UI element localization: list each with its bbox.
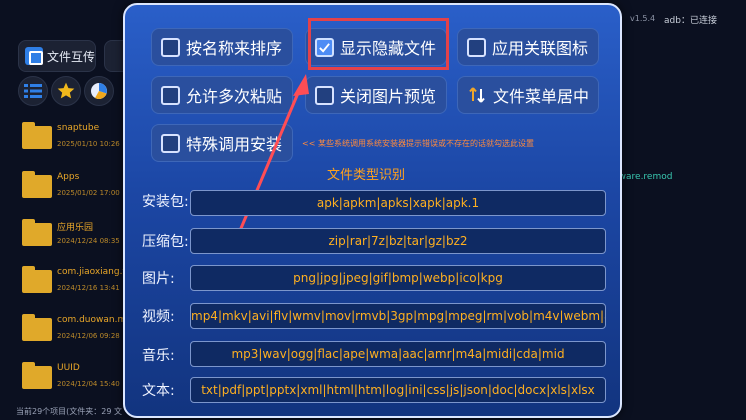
file-name: com.duowan.mo [57,315,132,325]
option-label: 按名称来排序 [186,39,283,58]
transfer-icon [25,47,43,65]
field-value: mp3|wav|ogg|flac|ape|wma|aac|amr|m4a|mid… [231,347,565,361]
music-types-field[interactable]: mp3|wav|ogg|flac|ape|wma|aac|amr|m4a|mid… [190,341,606,367]
field-value: mp4|mkv|avi|flv|wmv|mov|rmvb|3gp|mpg|mpe… [191,309,606,323]
file-name: 应用乐园 [57,223,94,233]
favorites-star-icon[interactable] [51,76,81,106]
status-bar: 当前29个项目(文件夹：29 文 [16,407,123,416]
file-name: Apps [57,172,80,182]
video-types-field[interactable]: mp4|mkv|avi|flv|wmv|mov|rmvb|3gp|mpg|mpe… [190,303,606,329]
sort-by-name-option[interactable]: 按名称来排序 [151,28,293,66]
folder-icon [22,314,52,341]
option-label: 允许多次粘贴 [186,87,283,106]
text-types-label: 文本: [142,383,175,399]
folder-icon [22,171,52,198]
sort-by-name-checkbox[interactable] [161,37,180,57]
file-transfer-button[interactable]: 文件互传 [18,40,96,72]
field-value: txt|pdf|ppt|pptx|xml|html|htm|log|ini|cs… [201,383,595,397]
apk-types-label: 安装包: [142,194,189,210]
disable-image-preview-checkbox[interactable] [315,85,334,105]
archive-types-field[interactable]: zip|rar|7z|bz|tar|gz|bz2 [190,228,606,254]
text-types-field[interactable]: txt|pdf|ppt|pptx|xml|html|htm|log|ini|cs… [190,377,606,403]
file-name: snaptube [57,123,100,133]
field-value: apk|apkm|apks|xapk|apk.1 [316,196,480,210]
option-label: 文件菜单居中 [493,87,590,106]
highlight-box [308,18,449,70]
storage-pie-icon[interactable] [84,76,114,106]
list-view-icon[interactable] [18,76,48,106]
disable-image-preview-option[interactable]: 关闭图片预览 [305,76,447,114]
file-date: 2025/01/10 10:26 [57,140,120,148]
file-transfer-label: 文件互传 [47,49,96,64]
allow-multiple-paste-checkbox[interactable] [161,85,180,105]
allow-multiple-paste-option[interactable]: 允许多次粘贴 [151,76,293,114]
field-value: png|jpg|jpeg|gif|bmp|webp|ico|kpg [293,271,503,285]
option-label: 特殊调用安装 [186,135,283,154]
folder-icon [22,122,52,149]
folder-icon [22,266,52,293]
apk-types-field[interactable]: apk|apkm|apks|xapk|apk.1 [190,190,606,216]
file-date: 2025/01/02 17:00 [57,189,120,197]
file-date: 2024/12/06 09:28 [57,332,120,340]
music-types-label: 音乐: [142,348,175,364]
video-types-label: 视频: [142,309,175,325]
option-label: 应用关联图标 [492,39,589,58]
app-icon-association-checkbox[interactable] [467,37,486,57]
special-install-checkbox[interactable] [161,133,180,153]
special-install-option[interactable]: 特殊调用安装 [151,124,293,162]
folder-icon [22,362,52,389]
toolbar-button[interactable] [104,40,124,72]
image-types-field[interactable]: png|jpg|jpeg|gif|bmp|webp|ico|kpg [190,265,606,291]
install-hint-text: << 某些系统调用系统安装器提示错误或不存在的话就勾选此设置 [302,139,534,148]
center-file-menu-option[interactable]: 文件菜单居中 [457,76,599,114]
field-value: zip|rar|7z|bz|tar|gz|bz2 [328,234,468,248]
version-label: v1.5.4 [630,14,656,23]
swap-icon [469,87,485,103]
archive-types-label: 压缩包: [142,234,189,250]
app-icon-association-option[interactable]: 应用关联图标 [457,28,599,66]
folder-icon [22,219,52,246]
file-date: 2024/12/24 08:35 [57,237,120,245]
file-name: UUID [57,363,80,373]
adb-status: adb：已连接 [664,16,717,26]
file-types-title: 文件类型识别 [327,168,406,183]
file-date: 2024/12/16 13:41 [57,284,120,292]
image-types-label: 图片: [142,271,175,287]
option-label: 关闭图片预览 [340,87,437,106]
file-date: 2024/12/04 15:40 [57,380,120,388]
file-name: com.jiaoxiang.fa [57,267,132,277]
